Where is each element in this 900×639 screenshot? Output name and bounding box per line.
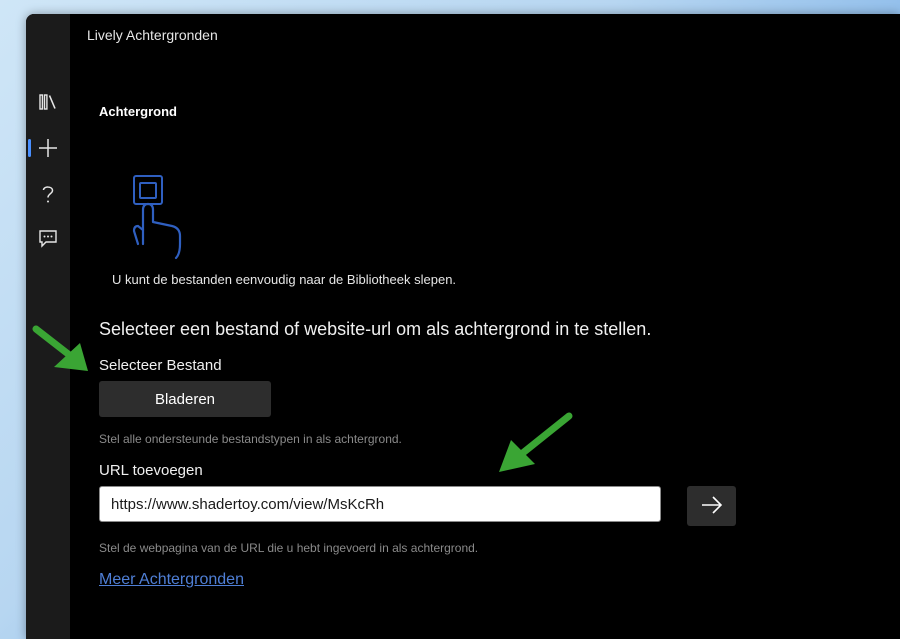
help-icon [38,183,58,205]
drag-drop-hint: U kunt de bestanden eenvoudig naar de Bi… [112,272,457,287]
nav-library[interactable] [26,83,70,121]
add-icon [37,137,59,159]
submit-url-button[interactable] [687,486,736,526]
nav-feedback[interactable] [26,219,70,257]
url-hint: Stel de webpagina van de URL die u hebt … [99,541,479,555]
drag-drop-icon [130,174,190,268]
file-types-hint: Stel alle ondersteunde bestandstypen in … [99,432,402,446]
feedback-icon [38,228,58,248]
section-title: Achtergrond [99,104,177,119]
nav-add[interactable] [26,129,70,167]
nav-help[interactable] [26,175,70,213]
library-icon [38,92,58,112]
app-window: Lively Achtergronden Achtergrond U kunt … [26,14,900,639]
window-title: Lively Achtergronden [87,27,218,43]
url-input[interactable] [99,486,661,522]
active-indicator [28,139,31,157]
nav-rail [26,14,70,639]
add-url-label: URL toevoegen [99,462,203,479]
browse-button[interactable]: Bladeren [99,381,271,417]
more-wallpapers-link[interactable]: Meer Achtergronden [99,571,244,589]
arrow-right-icon [700,495,724,518]
select-file-label: Selecteer Bestand [99,357,222,374]
instruction-text: Selecteer een bestand of website-url om … [99,319,652,339]
